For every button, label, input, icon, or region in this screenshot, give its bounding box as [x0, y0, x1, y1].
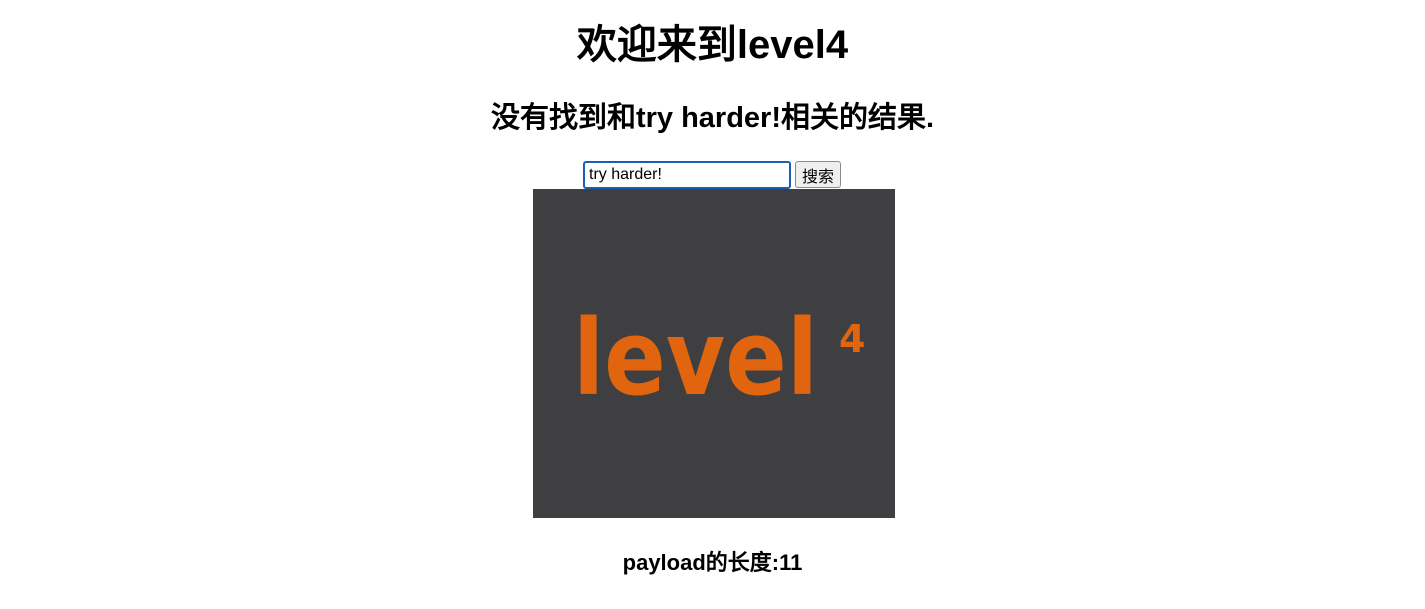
level4-logo: level 4 — [573, 297, 865, 419]
search-form: 搜索 — [583, 160, 845, 189]
logo-text: level — [573, 297, 818, 419]
search-button[interactable]: 搜索 — [795, 161, 842, 188]
logo-superscript: 4 — [839, 317, 865, 361]
payload-length: payload的长度:11 — [622, 550, 803, 575]
level4-logo-image: level 4 — [533, 189, 895, 518]
search-input[interactable] — [583, 160, 791, 189]
page: 欢迎来到level4 没有找到和try harder!相关的结果. 搜索 lev… — [0, 0, 1425, 609]
page-title: 欢迎来到level4 — [576, 23, 849, 67]
search-result-message: 没有找到和try harder!相关的结果. — [490, 102, 935, 134]
